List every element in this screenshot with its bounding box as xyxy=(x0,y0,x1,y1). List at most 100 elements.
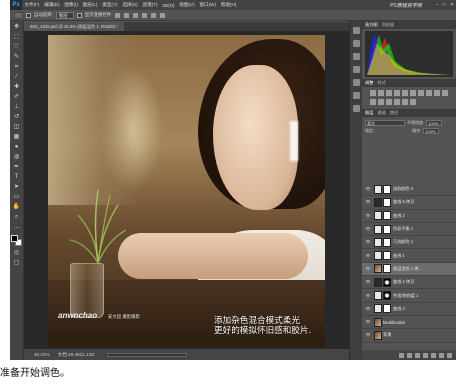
quick-select-tool-icon[interactable]: ✎ xyxy=(13,53,21,61)
menu-item-file[interactable]: 文件(F) xyxy=(22,2,42,8)
layer-row[interactable]: 👁 色相/饱和度 1 xyxy=(362,289,456,303)
visibility-eye-icon[interactable]: 👁 xyxy=(365,266,371,272)
document-photo[interactable]: anwnchao 安文超 摄影摄影 添加杂色混合模式柔光 更好的模拟怀旧感和胶片… xyxy=(48,35,325,347)
properties-panel-icon[interactable] xyxy=(352,53,360,60)
new-layer-icon[interactable] xyxy=(439,352,444,358)
zoom-readout[interactable]: 45.31% xyxy=(34,352,50,357)
path-select-tool-icon[interactable]: ➤ xyxy=(13,183,21,191)
layer-mask-thumbnail[interactable] xyxy=(383,264,391,274)
channel-mixer-icon[interactable] xyxy=(442,90,448,96)
layer-row[interactable]: 👁 曲线 2 xyxy=(362,210,456,223)
auto-select-target-dropdown[interactable]: 图层 xyxy=(55,11,74,19)
pen-tool-icon[interactable]: ✒ xyxy=(13,163,21,171)
minimize-button[interactable]: − xyxy=(434,2,441,8)
document-tab[interactable]: IMG_4325.psd @ 45.3% (图层混色 1, RGB/8) * xyxy=(24,22,124,31)
blend-mode-dropdown[interactable]: 柔光 xyxy=(365,120,405,126)
gradient-tool-icon[interactable]: ▦ xyxy=(13,133,21,141)
layer-row[interactable]: 👁 图层混色 1 拷... xyxy=(362,262,456,277)
crop-tool-icon[interactable]: ⌗ xyxy=(13,63,21,71)
color-swatches[interactable] xyxy=(10,235,23,247)
visibility-eye-icon[interactable]: 👁 xyxy=(365,213,371,219)
tab-paths[interactable]: 路径 xyxy=(390,110,398,116)
brightness-icon[interactable] xyxy=(370,90,376,96)
layer-style-icon[interactable] xyxy=(407,352,412,358)
layer-row[interactable]: 👁 可选颜色 1 xyxy=(362,236,456,250)
layer-row[interactable]: 👁 Modification xyxy=(362,316,456,330)
layer-row[interactable]: 👁 背景 xyxy=(362,329,456,343)
menu-item-edit[interactable]: 编辑(E) xyxy=(42,2,62,8)
tab-adjustments[interactable]: 调整 xyxy=(365,80,373,86)
tab-styles[interactable]: 样式 xyxy=(377,80,385,86)
layer-row[interactable]: 👁 曲线 2 xyxy=(362,303,456,316)
marquee-tool-icon[interactable]: ⬚ xyxy=(13,33,21,41)
color-balance-icon[interactable] xyxy=(418,90,424,96)
menu-item-select[interactable]: 选择(S) xyxy=(120,2,140,8)
layer-row[interactable]: 👁 曲线 1 xyxy=(362,249,456,263)
blur-tool-icon[interactable]: ● xyxy=(13,143,21,151)
more-tools-icon[interactable]: … xyxy=(13,223,21,231)
layer-mask-thumbnail[interactable] xyxy=(383,277,391,287)
link-layers-icon[interactable] xyxy=(399,352,404,358)
align-top-icon[interactable] xyxy=(142,12,148,18)
threshold-icon[interactable] xyxy=(394,99,400,105)
auto-select-checkbox[interactable] xyxy=(26,12,31,18)
history-panel-icon[interactable] xyxy=(352,27,360,34)
tab-navigator[interactable]: 导航器 xyxy=(382,22,395,28)
maximize-button[interactable]: □ xyxy=(441,2,448,8)
layer-mask-thumbnail[interactable] xyxy=(383,211,391,221)
info-panel-icon[interactable] xyxy=(352,105,360,112)
gradient-map-icon[interactable] xyxy=(402,99,408,105)
history-brush-tool-icon[interactable]: ↺ xyxy=(13,113,21,121)
move-tool-preset-icon[interactable] xyxy=(14,11,23,19)
layer-row[interactable]: 👁 色彩平衡 1 xyxy=(362,223,456,237)
hue-saturation-icon[interactable] xyxy=(410,90,416,96)
actions-panel-icon[interactable] xyxy=(352,40,360,47)
visibility-eye-icon[interactable]: 👁 xyxy=(365,253,371,259)
selective-color-icon[interactable] xyxy=(410,99,416,105)
visibility-eye-icon[interactable]: 👁 xyxy=(365,279,371,285)
menu-item-3d[interactable]: 3D(D) xyxy=(160,3,177,8)
canvas-area[interactable]: anwnchao 安文超 摄影摄影 添加杂色混合模式柔光 更好的模拟怀旧感和胶片… xyxy=(24,31,349,349)
new-adjustment-icon[interactable] xyxy=(423,352,428,358)
trash-icon[interactable] xyxy=(447,352,452,358)
align-center-icon[interactable] xyxy=(124,12,130,18)
layer-mask-thumbnail[interactable] xyxy=(383,304,391,314)
visibility-eye-icon[interactable]: 👁 xyxy=(365,226,371,232)
layer-mask-thumbnail[interactable] xyxy=(383,237,391,247)
levels-icon[interactable] xyxy=(378,90,384,96)
new-group-icon[interactable] xyxy=(431,352,436,358)
color-lookup-icon[interactable] xyxy=(370,99,376,105)
visibility-eye-icon[interactable]: 👁 xyxy=(365,239,371,245)
layer-row[interactable]: 👁 曲线 5 拷贝 xyxy=(362,196,456,210)
visibility-eye-icon[interactable]: 👁 xyxy=(365,306,371,312)
tab-channels[interactable]: 通道 xyxy=(377,110,385,116)
menu-item-window[interactable]: 窗口(W) xyxy=(197,2,218,8)
layer-mask-thumbnail[interactable] xyxy=(383,184,391,194)
menu-item-filter[interactable]: 滤镜(T) xyxy=(140,2,160,8)
shape-tool-icon[interactable]: ▭ xyxy=(13,193,21,201)
opacity-field[interactable]: 100% xyxy=(426,120,443,126)
visibility-eye-icon[interactable]: 👁 xyxy=(365,293,371,299)
add-mask-icon[interactable] xyxy=(415,352,420,358)
align-left-icon[interactable] xyxy=(115,12,121,18)
menu-item-image[interactable]: 图像(I) xyxy=(62,2,80,8)
screen-mode-icon[interactable]: ▢ xyxy=(13,259,21,267)
posterize-icon[interactable] xyxy=(386,99,392,105)
brush-tool-icon[interactable]: ✐ xyxy=(13,93,21,101)
visibility-eye-icon[interactable]: 👁 xyxy=(365,332,371,338)
photo-filter-icon[interactable] xyxy=(434,90,440,96)
layer-row[interactable]: 👁 选取颜色 2 xyxy=(362,183,456,197)
layer-mask-thumbnail[interactable] xyxy=(383,251,391,261)
layer-mask-thumbnail[interactable] xyxy=(383,291,391,301)
clone-stamp-tool-icon[interactable]: ⊥ xyxy=(13,103,21,111)
visibility-eye-icon[interactable]: 👁 xyxy=(365,199,371,205)
character-panel-icon[interactable] xyxy=(352,79,360,86)
tab-layers[interactable]: 图层 xyxy=(365,110,373,116)
healing-brush-tool-icon[interactable]: ✚ xyxy=(13,83,21,91)
move-tool-icon[interactable]: ✥ xyxy=(13,23,21,31)
vibrance-icon[interactable] xyxy=(402,90,408,96)
brush-panel-icon[interactable] xyxy=(352,66,360,73)
type-tool-icon[interactable]: T xyxy=(13,173,21,181)
paragraph-panel-icon[interactable] xyxy=(352,92,360,99)
menu-item-view[interactable]: 视图(V) xyxy=(177,2,197,8)
